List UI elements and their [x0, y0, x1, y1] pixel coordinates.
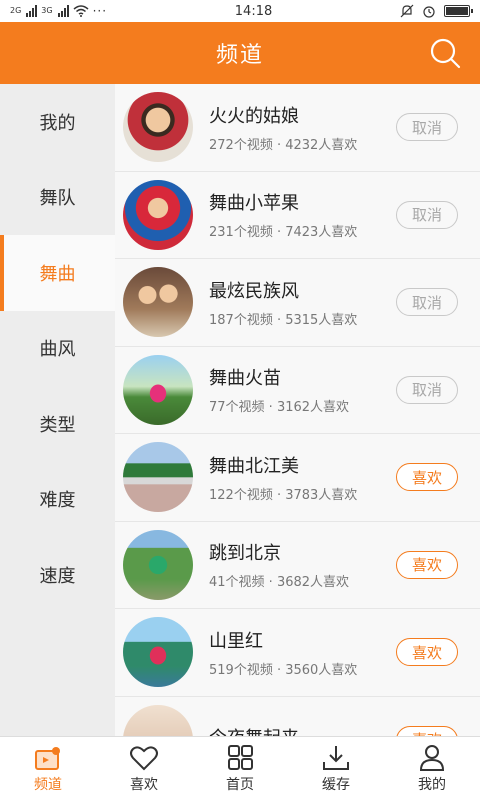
- sidebar-item-dance-team[interactable]: 舞队: [0, 160, 115, 236]
- clock: 14:18: [234, 3, 273, 19]
- sidebar-item-difficulty[interactable]: 难度: [0, 462, 115, 538]
- list-item[interactable]: 跳到北京 41个视频 · 3682人喜欢 喜欢: [115, 522, 480, 609]
- network-type-2: 3G: [41, 6, 53, 15]
- avatar: [123, 354, 193, 425]
- list-item[interactable]: 舞曲小苹果 231个视频 · 7423人喜欢 取消: [115, 172, 480, 259]
- tab-label: 频道: [34, 776, 62, 793]
- tab-cache[interactable]: 缓存: [288, 737, 384, 800]
- avatar: [123, 617, 193, 688]
- tab-label: 喜欢: [130, 776, 158, 793]
- status-bar: 2G 3G ··· 14:18: [0, 0, 480, 22]
- page-title: 频道: [215, 43, 264, 68]
- avatar: [123, 267, 193, 338]
- mute-bell-icon: [400, 4, 414, 18]
- sidebar-item-label: 舞队: [39, 188, 76, 210]
- search-icon[interactable]: [428, 36, 462, 70]
- tab-like[interactable]: 喜欢: [96, 737, 192, 800]
- list-item[interactable]: 最炫民族风 187个视频 · 5315人喜欢 取消: [115, 259, 480, 347]
- sidebar-item-style[interactable]: 曲风: [0, 311, 115, 387]
- list-item[interactable]: 今夜舞起来 喜欢: [115, 697, 480, 736]
- sidebar-item-mine[interactable]: 我的: [0, 84, 115, 160]
- sidebar-item-label: 曲风: [39, 339, 76, 361]
- sidebar-item-type[interactable]: 类型: [0, 386, 115, 462]
- network-type-1: 2G: [10, 6, 22, 15]
- channel-icon: [35, 746, 60, 770]
- list-item[interactable]: 山里红 519个视频 · 3560人喜欢 喜欢: [115, 609, 480, 697]
- tab-label: 缓存: [322, 776, 350, 793]
- heart-icon: [130, 745, 158, 770]
- cancel-button[interactable]: 取消: [396, 288, 458, 316]
- sidebar-item-label: 我的: [39, 112, 76, 134]
- signal-icon-2: [57, 5, 69, 17]
- alarm-icon: [423, 6, 435, 18]
- cancel-button[interactable]: 取消: [396, 375, 458, 404]
- cancel-button[interactable]: 取消: [396, 113, 458, 141]
- tab-home[interactable]: 首页: [192, 737, 288, 800]
- avatar: [123, 442, 193, 513]
- avatar: [123, 704, 193, 736]
- avatar: [123, 92, 193, 163]
- cancel-button[interactable]: 取消: [396, 200, 458, 229]
- more-notifications: ···: [92, 4, 108, 18]
- tab-label: 首页: [226, 776, 254, 793]
- battery-icon: [443, 5, 473, 17]
- sidebar-item-label: 舞曲: [39, 263, 76, 285]
- grid-icon: [228, 744, 253, 770]
- category-sidebar: 我的 舞队 舞曲 曲风 类型 难度 速度: [0, 84, 115, 736]
- sidebar-item-label: 难度: [39, 490, 76, 512]
- like-button[interactable]: 喜欢: [396, 638, 458, 666]
- signal-icon: [26, 5, 38, 17]
- like-button[interactable]: 喜欢: [396, 725, 458, 736]
- download-icon: [323, 745, 349, 770]
- tab-label: 我的: [418, 776, 446, 793]
- tab-mine[interactable]: 我的: [384, 737, 480, 800]
- sidebar-item-label: 速度: [39, 565, 76, 587]
- sidebar-item-dance-music[interactable]: 舞曲: [0, 235, 115, 311]
- like-button[interactable]: 喜欢: [396, 550, 458, 579]
- channel-list: 火火的姑娘 272个视频 · 4232人喜欢 取消 舞曲小苹果 231个视频 · 7…: [115, 84, 480, 736]
- app-header: 频道: [0, 22, 480, 84]
- bottom-tab-bar: 频道 喜欢 首页 缓存 我的: [0, 736, 480, 800]
- like-button[interactable]: 喜欢: [396, 463, 458, 491]
- avatar: [123, 529, 193, 600]
- status-right: [400, 4, 473, 18]
- wifi-icon: [73, 5, 89, 17]
- list-item[interactable]: 火火的姑娘 272个视频 · 4232人喜欢 取消: [115, 84, 480, 172]
- status-left: 2G 3G ···: [10, 4, 107, 18]
- tab-channel[interactable]: 频道: [0, 737, 96, 800]
- list-item[interactable]: 舞曲火苗 77个视频 · 3162人喜欢 取消: [115, 347, 480, 434]
- sidebar-item-speed[interactable]: 速度: [0, 537, 115, 613]
- sidebar-item-label: 类型: [39, 414, 76, 436]
- avatar: [123, 179, 193, 250]
- list-item[interactable]: 舞曲北江美 122个视频 · 3783人喜欢 喜欢: [115, 434, 480, 522]
- user-icon: [419, 744, 445, 771]
